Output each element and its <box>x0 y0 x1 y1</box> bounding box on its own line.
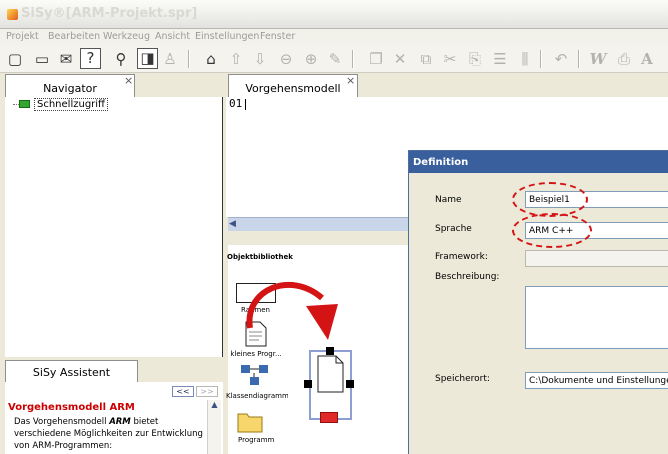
framework-label: Framework: <box>435 252 488 262</box>
edit-icon[interactable]: ✎ <box>325 49 345 69</box>
navigator-tab-header[interactable]: Navigator <box>5 74 135 97</box>
help-icon[interactable]: ? <box>80 48 101 69</box>
shortcut-node-icon <box>19 100 30 108</box>
zoom-in-icon[interactable]: ⊕ <box>301 49 321 69</box>
beschreibung-label: Beschreibung: <box>435 272 500 282</box>
toolbar-separator <box>540 50 542 68</box>
library-item-kleines-programm[interactable]: kleines Progr... <box>226 350 286 358</box>
folder-object-icon[interactable] <box>236 408 264 434</box>
distribute-icon[interactable]: ⫼ <box>515 49 535 69</box>
mail-icon[interactable]: ✉ <box>56 49 76 69</box>
user-icon[interactable]: ♙ <box>160 49 180 69</box>
object-library-title: Objektbibliothek <box>227 253 293 261</box>
arrow-up-icon[interactable]: ⇧ <box>226 49 246 69</box>
menu-einstellungen[interactable]: Einstellungen <box>195 31 259 42</box>
tree-item-schnellzugriff[interactable]: Schnellzugriff <box>34 98 108 111</box>
cursor-text: 01 <box>229 97 247 110</box>
scroll-left-icon[interactable]: ◀ <box>229 219 239 230</box>
framework-field[interactable] <box>525 250 668 267</box>
title-bar: SiSy®[ARM-Projekt.spr] <box>0 0 668 29</box>
window-title: SiSy®[ARM-Projekt.spr] <box>21 6 198 21</box>
open-folder-icon[interactable]: ▭ <box>32 49 52 69</box>
menu-ansicht[interactable]: Ansicht <box>155 31 190 42</box>
toolbar: ▢ ▭ ✉ ? ⚲ ◨ ♙ ⌂ ⇧ ⇩ ⊖ ⊕ ✎ ❐ ✕ ⧉ ✂ ⎘ ☰ ⫼ … <box>0 45 668 73</box>
class-diagram-icon[interactable] <box>240 364 270 386</box>
align-icon[interactable]: ☰ <box>490 49 510 69</box>
dialog-title-bar: Definition <box>409 151 668 173</box>
font-icon[interactable]: A <box>637 49 657 69</box>
sprache-highlight-circle <box>512 213 592 248</box>
word-icon[interactable]: W <box>588 49 608 69</box>
name-highlight-circle <box>512 182 588 217</box>
toolbar-separator <box>352 50 354 68</box>
dropped-document-icon <box>317 355 344 393</box>
assistant-text-line2: verschiedene Möglichkeiten zur Entwicklu… <box>14 429 203 439</box>
search-glyph: ⚲ <box>115 49 127 68</box>
assistant-heading: Vorgehensmodell ARM <box>8 402 135 413</box>
arrow-down-icon[interactable]: ⇩ <box>250 49 270 69</box>
diagram-close-icon[interactable]: × <box>346 75 355 86</box>
menu-werkzeug[interactable]: Werkzeug <box>103 31 150 42</box>
assistant-tab-header[interactable]: SiSy Assistent <box>5 360 138 382</box>
zoom-out-icon[interactable]: ⊖ <box>276 49 296 69</box>
scroll-up-icon[interactable]: ▲ <box>208 400 221 412</box>
undo-icon[interactable]: ↶ <box>551 49 571 69</box>
assistant-title: SiSy Assistent <box>32 366 111 379</box>
resize-handle-right[interactable] <box>346 380 354 388</box>
new-file-icon[interactable]: ▢ <box>5 49 25 69</box>
menu-bearbeiten[interactable]: Bearbeiten <box>48 31 100 42</box>
name-label: Name <box>435 195 462 205</box>
menu-projekt[interactable]: Projekt <box>6 31 39 42</box>
assistant-forward-button[interactable]: >> <box>196 386 218 397</box>
paste-icon[interactable]: ⎘ <box>465 49 485 69</box>
splitter-line <box>222 97 223 357</box>
navigator-panel <box>5 97 222 357</box>
beschreibung-field[interactable] <box>525 286 668 349</box>
definition-dialog: Definition Name Beispiel1 Sprache ARM C+… <box>408 150 668 454</box>
drag-arrow-icon <box>246 281 338 340</box>
resize-handle-left[interactable] <box>304 380 312 388</box>
assistant-text-line1: Das Vorgehensmodell ARM bietet <box>14 417 159 427</box>
navigator-close-icon[interactable]: × <box>124 75 133 86</box>
home-icon[interactable]: ⌂ <box>201 49 221 69</box>
library-item-programm[interactable]: Programm <box>238 436 274 444</box>
toolbar-separator <box>188 50 190 68</box>
assistant-scrollbar[interactable]: ▲ <box>207 400 221 454</box>
help-glyph: ? <box>86 49 95 67</box>
search-icon[interactable]: ⚲ <box>111 49 131 69</box>
app-window: SiSy®[ARM-Projekt.spr] Projekt Bearbeite… <box>0 0 668 454</box>
menu-fenster[interactable]: Fenster <box>260 31 295 42</box>
resize-handle-top[interactable] <box>326 347 334 355</box>
diagram-title: Vorgehensmodell <box>245 82 341 95</box>
menu-bar: Projekt Bearbeiten Werkzeug Ansicht Eins… <box>0 29 668 45</box>
library-item-klassendiagramm[interactable]: Klassendiagramm <box>226 392 288 400</box>
window-icon[interactable]: ◨ <box>137 48 158 69</box>
dialog-title: Definition <box>413 157 469 168</box>
assistant-text-line3: von ARM-Programmen: <box>14 441 113 451</box>
object-port-icon[interactable] <box>320 412 338 423</box>
speicherort-label: Speicherort: <box>435 374 490 384</box>
cut-icon[interactable]: ✂ <box>440 49 460 69</box>
app-icon <box>7 9 18 20</box>
assistant-back-button[interactable]: << <box>172 386 194 397</box>
navigator-title: Navigator <box>43 82 97 95</box>
speicherort-field[interactable]: C:\Dokumente und Einstellungen\ <box>525 372 668 389</box>
word-glyph: W <box>589 50 607 68</box>
properties-icon[interactable]: ❐ <box>366 49 386 69</box>
font-glyph: A <box>641 50 653 68</box>
toolbar-separator <box>578 50 580 68</box>
copy-icon[interactable]: ⧉ <box>416 49 436 69</box>
diagram-tab-header[interactable]: Vorgehensmodell <box>228 74 358 97</box>
delete-icon[interactable]: ✕ <box>390 49 410 69</box>
horizontal-scrollbar[interactable]: ◀ <box>228 217 408 231</box>
print-icon[interactable]: ⎙ <box>614 49 634 69</box>
sprache-label: Sprache <box>435 224 472 234</box>
